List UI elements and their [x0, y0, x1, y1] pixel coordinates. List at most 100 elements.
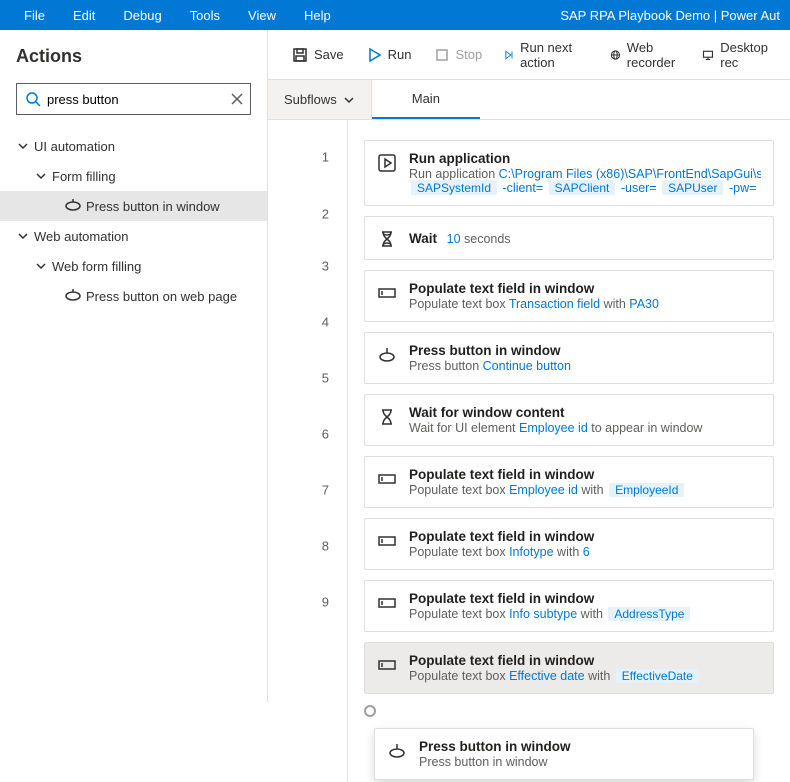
textfield-icon [377, 531, 397, 551]
desktop-recorder-button[interactable]: Desktop rec [694, 36, 780, 74]
tree-ui-automation[interactable]: UI automation [0, 131, 267, 161]
step-desc: Wait for UI element Employee id to appea… [409, 421, 761, 435]
tree-form-filling[interactable]: Form filling [0, 161, 267, 191]
line-number: 3 [322, 259, 329, 274]
line-number: 7 [322, 483, 329, 498]
actions-panel: Actions UI automation Form filling Press… [0, 30, 268, 702]
step-title: Wait [409, 231, 437, 246]
step-title: Run application [409, 151, 761, 166]
step-wait-window[interactable]: Wait for window content Wait for UI elem… [364, 394, 774, 446]
tree-press-button-web[interactable]: Press button on web page [0, 281, 267, 311]
step-desc: Run application C:\Program Files (x86)\S… [409, 167, 761, 195]
press-button-icon [64, 289, 82, 303]
desktop-recorder-label: Desktop rec [720, 40, 772, 70]
search-icon [25, 91, 41, 107]
step-title: Wait for window content [409, 405, 761, 420]
actions-tree: UI automation Form filling Press button … [0, 127, 267, 315]
tree-web-form-filling[interactable]: Web form filling [0, 251, 267, 281]
flow-tabs: Subflows Main [268, 80, 790, 120]
workspace: Subflows Main 1 2 3 4 5 6 7 8 9 Run appl… [268, 80, 790, 782]
menu-edit[interactable]: Edit [59, 8, 109, 23]
chevron-down-icon [16, 229, 30, 243]
step-desc: Populate text box Info subtype with Addr… [409, 607, 761, 621]
step-populate-field[interactable]: Populate text field in window Populate t… [364, 456, 774, 508]
stop-button[interactable]: Stop [426, 43, 491, 67]
tree-label: Web form filling [52, 259, 141, 274]
run-button[interactable]: Run [358, 43, 420, 67]
hourglass-icon [377, 229, 397, 249]
web-recorder-button[interactable]: Web recorder [602, 36, 688, 74]
web-recorder-label: Web recorder [627, 40, 681, 70]
save-label: Save [314, 47, 344, 62]
step-desc: Press button Continue button [409, 359, 761, 373]
press-button-icon [64, 199, 82, 213]
step-run-application[interactable]: Run application Run application C:\Progr… [364, 140, 774, 206]
step-title: Populate text field in window [409, 653, 761, 668]
step-title: Populate text field in window [409, 467, 761, 482]
steps-list: Run application Run application C:\Progr… [348, 120, 790, 782]
step-press-button[interactable]: Press button in window Press button Cont… [364, 332, 774, 384]
menu-debug[interactable]: Debug [109, 8, 175, 23]
stop-icon [434, 47, 450, 63]
step-populate-field[interactable]: Populate text field in window Populate t… [364, 270, 774, 322]
search-input[interactable] [41, 92, 229, 107]
play-icon [366, 47, 382, 63]
menu-view[interactable]: View [234, 8, 290, 23]
play-outline-icon [377, 153, 397, 173]
menubar: File Edit Debug Tools View Help SAP RPA … [0, 0, 790, 30]
globe-icon [610, 47, 621, 63]
stop-label: Stop [456, 47, 483, 62]
menu-file[interactable]: File [10, 8, 59, 23]
step-icon [504, 47, 514, 63]
tree-label: Press button in window [86, 199, 220, 214]
chevron-down-icon [34, 169, 48, 183]
textfield-icon [377, 283, 397, 303]
step-title: Populate text field in window [409, 591, 761, 606]
flow-area: 1 2 3 4 5 6 7 8 9 Run application Run ap… [268, 120, 790, 782]
step-desc: 10 seconds [447, 232, 511, 246]
line-number: 1 [322, 150, 329, 165]
tree-web-automation[interactable]: Web automation [0, 221, 267, 251]
insert-dot-icon [364, 705, 376, 717]
step-wait[interactable]: Wait 10 seconds [364, 216, 774, 260]
step-populate-field[interactable]: Populate text field in window Populate t… [364, 518, 774, 570]
line-gutter: 1 2 3 4 5 6 7 8 9 [268, 120, 348, 782]
tree-press-button-window[interactable]: Press button in window [0, 191, 267, 221]
press-button-icon [377, 345, 397, 365]
actions-search[interactable] [16, 83, 251, 115]
chevron-down-icon [343, 94, 355, 106]
chevron-down-icon [16, 139, 30, 153]
step-title: Press button in window [409, 343, 761, 358]
menu-help[interactable]: Help [290, 8, 345, 23]
step-title: Press button in window [419, 739, 741, 754]
step-desc: Populate text box Transaction field with… [409, 297, 761, 311]
tree-label: Press button on web page [86, 289, 237, 304]
tree-label: Web automation [34, 229, 128, 244]
run-next-button[interactable]: Run next action [496, 36, 583, 74]
step-desc: Press button in window [419, 755, 741, 769]
line-number: 2 [322, 207, 329, 222]
tab-main[interactable]: Main [372, 80, 480, 119]
textfield-icon [377, 593, 397, 613]
desktop-icon [702, 47, 714, 63]
step-desc: Populate text box Employee id with Emplo… [409, 483, 761, 497]
step-desc: Populate text box Effective date with Ef… [409, 669, 761, 683]
window-title: SAP RPA Playbook Demo | Power Aut [560, 8, 780, 23]
step-populate-field[interactable]: Populate text field in window Populate t… [364, 580, 774, 632]
step-desc: Populate text box Infotype with 6 [409, 545, 761, 559]
actions-header: Actions [0, 30, 267, 75]
hourglass-icon [377, 407, 397, 427]
menu-tools[interactable]: Tools [176, 8, 234, 23]
press-button-icon [387, 741, 407, 761]
save-button[interactable]: Save [284, 43, 352, 67]
step-title: Populate text field in window [409, 529, 761, 544]
run-next-label: Run next action [520, 40, 575, 70]
line-number: 5 [322, 371, 329, 386]
line-number: 6 [322, 427, 329, 442]
insert-marker[interactable] [364, 704, 774, 718]
subflows-dropdown[interactable]: Subflows [268, 80, 372, 119]
clear-search-icon[interactable] [229, 91, 245, 107]
chevron-down-icon [34, 259, 48, 273]
step-populate-field[interactable]: Populate text field in window Populate t… [364, 642, 774, 694]
line-number: 8 [322, 539, 329, 554]
